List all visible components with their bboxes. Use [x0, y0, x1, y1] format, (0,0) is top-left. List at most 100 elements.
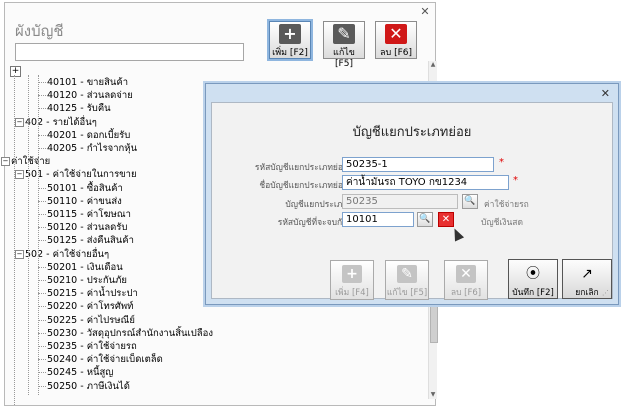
tree-node-label: 501 - ค่าใช้จ่ายในการขาย	[25, 169, 137, 181]
tree-node-label: 402 - รายได้อื่นๆ	[25, 116, 97, 128]
exit-arrow-icon: ↗	[581, 266, 593, 282]
pair-name-hint: บัญชีเงินสด	[481, 218, 523, 228]
tree-connector	[38, 319, 46, 321]
tree-connector	[38, 372, 46, 374]
tree-node-label: 50210 - ประกันภัย	[47, 275, 127, 286]
sub-ledger-dialog: ✕ บัญชีแยกประเภทย่อย รหัสบัญชีแยกประเภทย…	[205, 83, 619, 305]
tree-node-label: ค่าใช้จ่าย	[11, 156, 51, 168]
pair-label: รหัสบัญชีที่จะจบกัน	[277, 218, 348, 228]
tree-node-label: 50220 - ค่าโทรศัพท์	[47, 301, 134, 313]
tree-node-label: 40201 - ดอกเบี้ยรับ	[47, 129, 131, 141]
pair-search-icon[interactable]: 🔍	[417, 212, 433, 227]
delete-x-icon: ✕	[385, 24, 407, 44]
tree-connector	[38, 200, 46, 202]
tree-node-label: 40205 - กำไรจากหุ้น	[47, 143, 138, 154]
sub-code-label: รหัสบัญชีแยกประเภทย่อย	[254, 163, 348, 173]
delete-x-icon: ✕	[456, 265, 476, 283]
pencil-icon: ✎	[333, 24, 355, 44]
ledger-search-icon[interactable]: 🔍	[462, 194, 478, 209]
tree-guide-line	[28, 75, 29, 395]
tree-connector	[38, 227, 46, 229]
tree-connector	[38, 332, 46, 334]
tree-connector	[38, 240, 46, 242]
tree-connector	[38, 108, 46, 110]
tree-node-label: 50245 - หนี้สูญ	[47, 367, 114, 379]
search-input[interactable]	[15, 43, 244, 61]
pair-clear-icon[interactable]: ✕	[438, 212, 454, 227]
tree-connector	[38, 266, 46, 268]
tree-collapse-icon[interactable]: −	[1, 157, 10, 167]
delete-account-button[interactable]: ✕ ลบ [F6]	[375, 21, 417, 59]
resize-grip-icon[interactable]: ⋰	[602, 289, 609, 297]
tree-node-label: 50115 - ค่าโฆษณา	[47, 209, 131, 220]
pencil-icon: ✎	[397, 265, 417, 283]
tree-node-label: 50230 - วัสดุอุปกรณ์สำนักงานสิ้นเปลือง	[47, 327, 213, 339]
tree-node-label: 40125 - รับคืน	[47, 103, 111, 115]
scroll-thumb[interactable]	[430, 301, 438, 343]
sub-name-input[interactable]: ค่าน้ำมันรถ TOYO กข1234	[342, 175, 509, 190]
dialog-delete-button[interactable]: ✕ ลบ [F6]	[444, 260, 488, 300]
tree-node-label: 50125 - ส่งคืนสินค้า	[47, 235, 134, 247]
tree-node-label: 50110 - ค่าขนส่ง	[47, 195, 122, 207]
dialog-title: บัญชีแยกประเภทย่อย	[352, 125, 472, 140]
plus-icon: +	[342, 265, 362, 283]
pair-input[interactable]: 10101	[342, 212, 414, 227]
tree-connector	[38, 280, 46, 281]
ledger-name-hint: ค่าใช้จ่ายรถ	[484, 200, 529, 210]
dialog-add-button[interactable]: + เพิ่ม [F4]	[330, 260, 374, 300]
edit-account-label: แก้ไข [F5]	[333, 48, 355, 69]
tree-connector	[38, 134, 46, 136]
tree-guide-line	[14, 75, 15, 405]
edit-account-button[interactable]: ✎ แก้ไข [F5]	[323, 21, 365, 69]
tree-connector	[38, 385, 46, 387]
window-title: ผังบัญชี	[15, 22, 64, 40]
ledger-input: 50235	[342, 194, 458, 209]
tree-connector	[38, 95, 46, 97]
tree-node-label: 50101 - ซื้อสินค้า	[47, 182, 123, 194]
tree-node-label: 50225 - ค่าไปรษณีย์	[47, 314, 135, 326]
tree-node-label: 40120 - ส่วนลดจ่าย	[47, 90, 133, 102]
tree-connector	[38, 187, 46, 189]
tree-node[interactable]: 40205 - กำไรจากหุ้น	[47, 141, 137, 156]
tree-node-label: 50250 - ภาษีเงินได้	[47, 380, 130, 392]
delete-account-label: ลบ [F6]	[379, 48, 412, 58]
tree-node-label: 50120 - ส่วนลดรับ	[47, 222, 128, 234]
sub-code-input[interactable]: 50235-1	[342, 157, 494, 172]
tree-connector	[38, 82, 46, 83]
close-icon[interactable]: ✕	[419, 6, 431, 18]
tree-connector	[38, 346, 46, 347]
ledger-label: บัญชีแยกประเภท	[285, 200, 348, 210]
dialog-body: บัญชีแยกประเภทย่อย รหัสบัญชีแยกประเภทย่อ…	[211, 102, 613, 300]
tree-node-label: 50201 - เงินเดือน	[47, 261, 123, 273]
tree-connector	[38, 293, 46, 295]
tree-connector	[38, 148, 46, 149]
required-mark: *	[499, 157, 504, 168]
cancel-label: ยกเลิก	[575, 288, 599, 298]
dialog-delete-label: ลบ [F6]	[450, 288, 482, 298]
tree-node-label: 40101 - ขายสินค้า	[47, 77, 129, 88]
tree-node-label: 50215 - ค่าน้ำประปา	[47, 288, 138, 300]
tree-node[interactable]: 50250 - ภาษีเงินได้	[47, 379, 130, 394]
dialog-add-label: เพิ่ม [F4]	[335, 288, 369, 298]
tree-node-label: 50235 - ค่าใช้จ่ายรถ	[47, 341, 137, 352]
scroll-down-icon[interactable]: ▼	[429, 391, 437, 399]
dialog-close-icon[interactable]: ✕	[601, 87, 610, 100]
tree-connector	[38, 214, 46, 215]
tree-collapse-icon[interactable]: −	[15, 117, 24, 127]
dialog-edit-button[interactable]: ✎ แก้ไข [F5]	[385, 260, 429, 300]
tree-collapse-icon[interactable]: −	[15, 249, 24, 259]
sub-name-label: ชื่อบัญชีแยกประเภทย่อย	[259, 181, 348, 191]
tree-collapse-icon[interactable]: −	[15, 170, 24, 180]
plus-icon: +	[279, 24, 301, 44]
dialog-edit-label: แก้ไข [F5]	[386, 288, 428, 298]
scroll-up-icon[interactable]: ▲	[429, 61, 437, 69]
save-disc-icon: ⦿	[526, 266, 540, 282]
tree-connector	[38, 359, 46, 361]
add-account-label: เพิ่ม [F2]	[272, 48, 308, 58]
save-label: บันทึก [F2]	[512, 288, 554, 298]
tree-node-label: 50240 - ค่าใช้จ่ายเบ็ดเตล็ด	[47, 354, 163, 366]
tree-connector	[38, 306, 46, 308]
save-button[interactable]: ⦿ บันทึก [F2]	[508, 259, 558, 299]
add-account-button[interactable]: + เพิ่ม [F2]	[269, 21, 311, 59]
tree-guide-line	[38, 75, 39, 395]
